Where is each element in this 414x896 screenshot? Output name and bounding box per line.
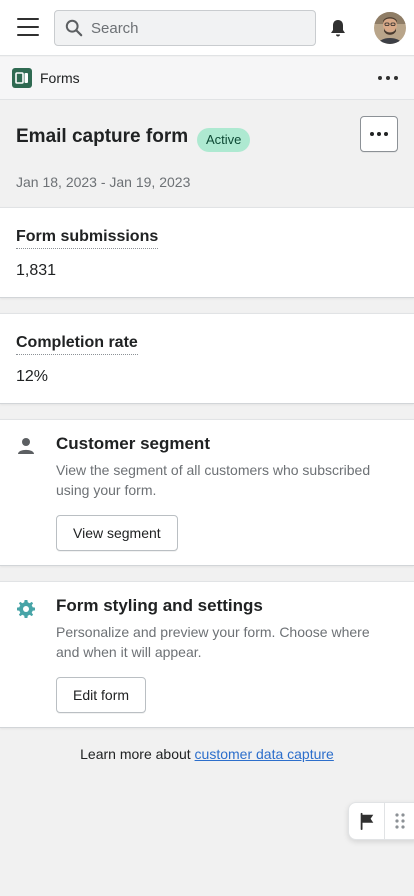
- metric-label[interactable]: Form submissions: [16, 228, 159, 249]
- app-name: Forms: [40, 70, 80, 86]
- search-icon: [65, 19, 83, 37]
- avatar[interactable]: [374, 12, 406, 44]
- forms-app-icon: [12, 68, 32, 88]
- search-input[interactable]: [91, 19, 291, 37]
- learn-more-text: Learn more about customer data capture: [0, 746, 414, 762]
- view-segment-button[interactable]: View segment: [56, 515, 178, 551]
- card-title: Form styling and settings: [56, 596, 263, 615]
- date-range: Jan 18, 2023 - Jan 19, 2023: [16, 174, 191, 190]
- card-description: View the segment of all customers who su…: [56, 462, 371, 498]
- page-title: Email capture form: [16, 126, 189, 147]
- edit-form-button[interactable]: Edit form: [56, 677, 147, 713]
- metric-card-completion-rate: Completion rate 12%: [0, 313, 414, 404]
- floating-toolbar: [348, 802, 414, 840]
- person-icon: [18, 438, 34, 454]
- gear-icon: [17, 600, 35, 618]
- customer-data-capture-link[interactable]: customer data capture: [195, 746, 334, 762]
- status-badge: Active: [197, 128, 251, 152]
- bell-icon[interactable]: [328, 18, 348, 38]
- more-options-icon[interactable]: [378, 70, 398, 86]
- drag-handle-icon[interactable]: [385, 803, 414, 839]
- app-subbar: Forms: [0, 57, 414, 100]
- top-bar: [0, 0, 414, 56]
- metric-label[interactable]: Completion rate: [16, 334, 138, 355]
- customer-segment-card: Customer segment View the segment of all…: [0, 419, 414, 566]
- learn-more-prefix: Learn more about: [80, 746, 195, 762]
- flag-icon[interactable]: [349, 803, 385, 839]
- form-styling-card: Form styling and settings Personalize an…: [0, 581, 414, 728]
- search-bar[interactable]: [54, 10, 316, 46]
- metric-card-submissions: Form submissions 1,831: [0, 207, 414, 298]
- page-actions-button[interactable]: [360, 116, 398, 152]
- hamburger-menu-icon[interactable]: [16, 18, 40, 38]
- metric-value: 1,831: [16, 262, 57, 279]
- card-title: Customer segment: [56, 434, 210, 453]
- card-description: Personalize and preview your form. Choos…: [56, 624, 370, 660]
- metric-value: 12%: [16, 368, 49, 385]
